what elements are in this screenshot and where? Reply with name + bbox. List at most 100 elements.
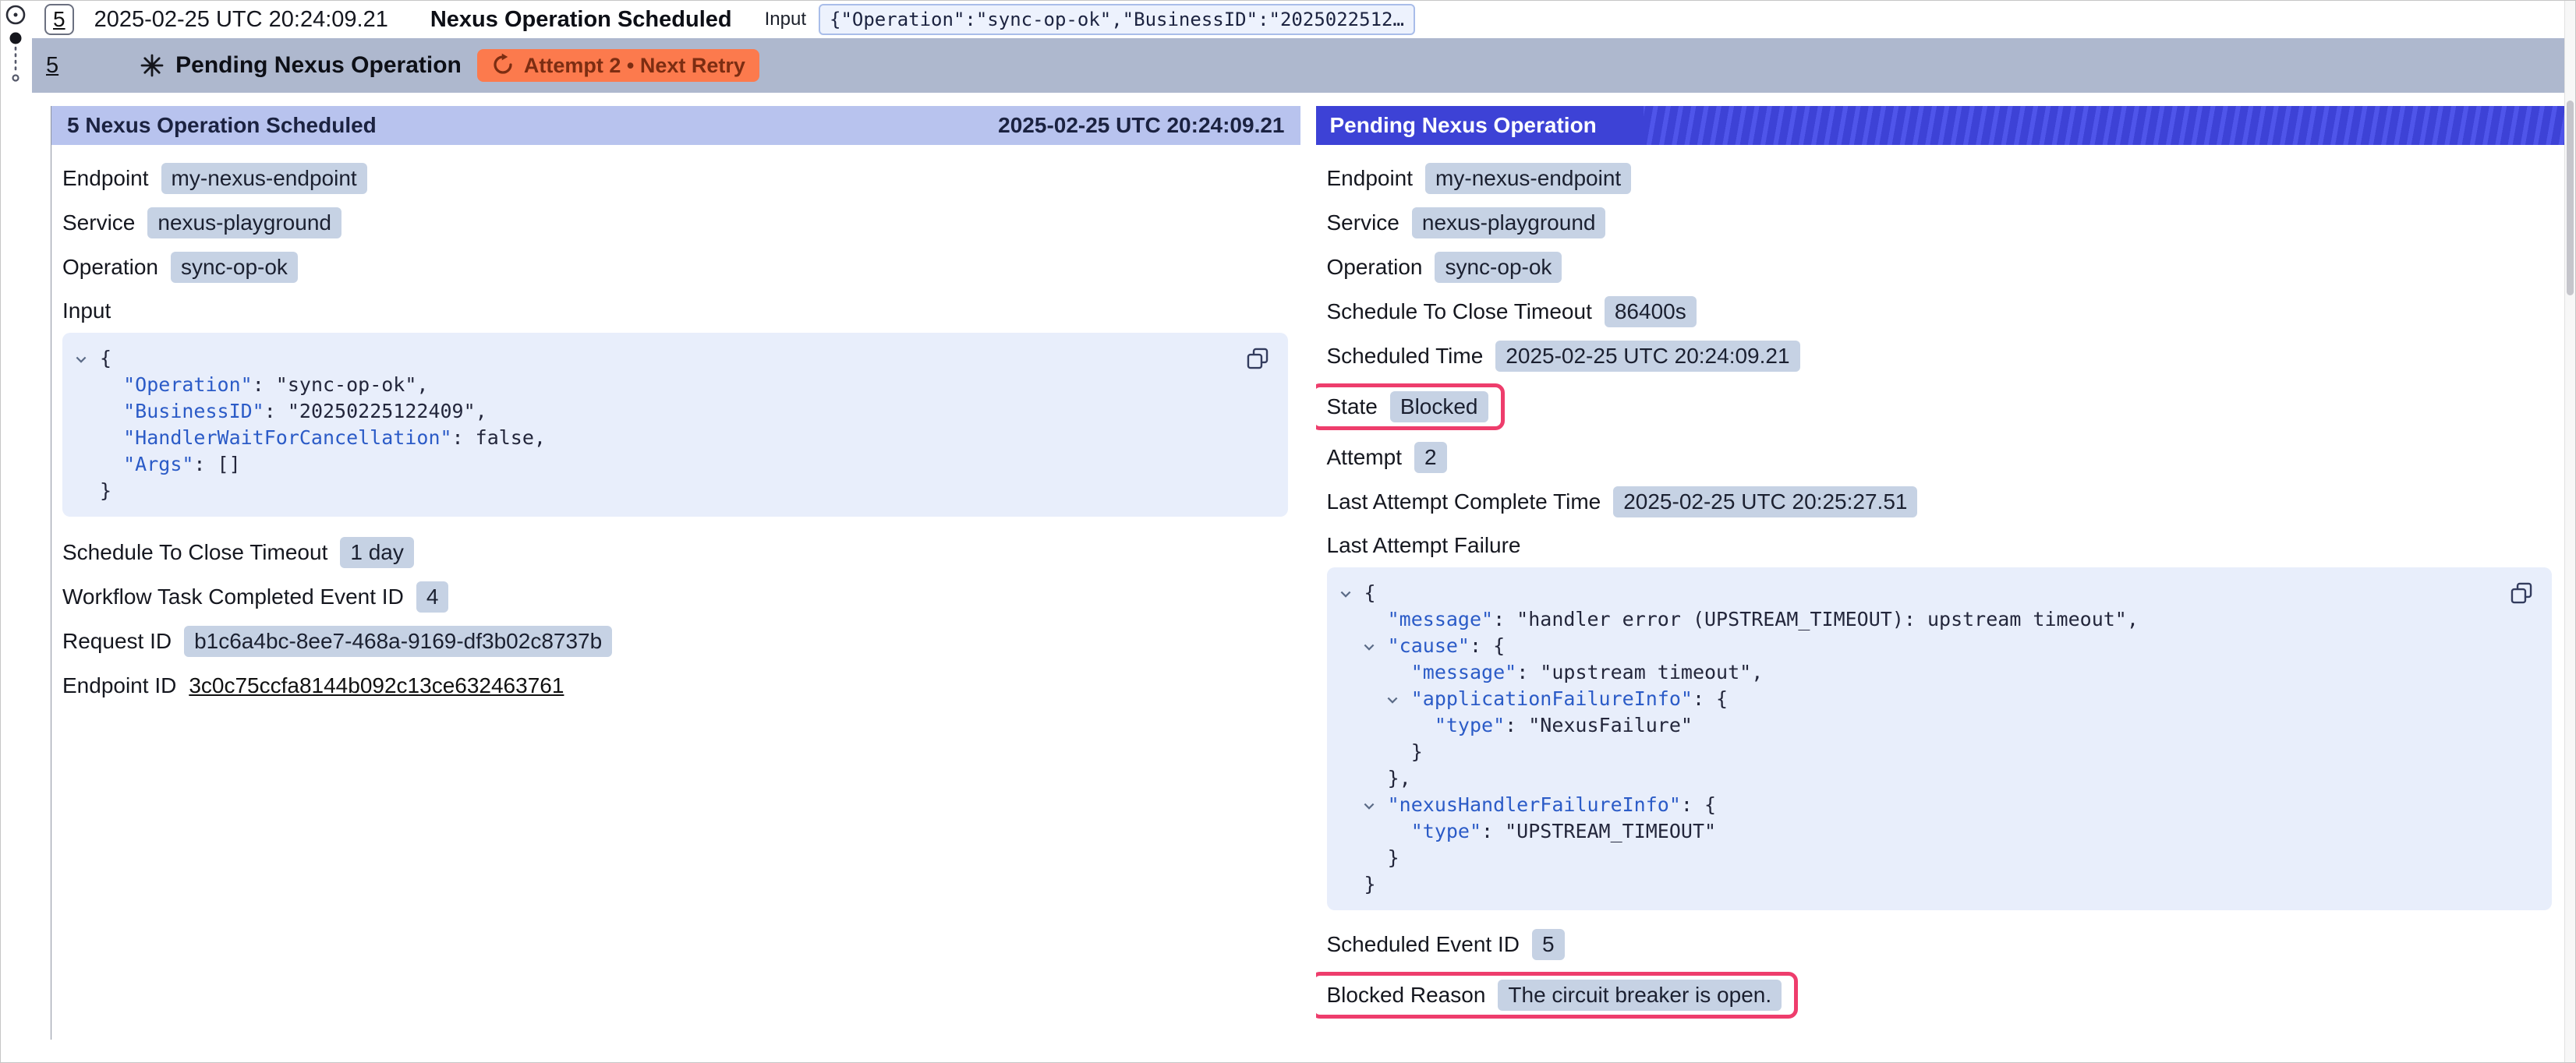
json-line: "message": "handler error (UPSTREAM_TIME… [1338, 606, 2498, 633]
copy-icon [2508, 597, 2535, 609]
json-text: } [1338, 740, 1423, 763]
blocked-reason-row: Blocked Reason The circuit breaker is op… [1327, 972, 2553, 1019]
field-row-wft-completed-event-id: Workflow Task Completed Event ID 4 [62, 580, 1288, 614]
detail-panels: 5 Nexus Operation Scheduled 2025-02-25 U… [51, 106, 2564, 1040]
field-label: Schedule To Close Timeout [1327, 299, 1592, 324]
field-row-request-id: Request ID b1c6a4bc-8ee7-468a-9169-df3b0… [62, 624, 1288, 659]
event-detail-panel: 5 Nexus Operation Scheduled 2025-02-25 U… [51, 106, 1300, 1040]
field-value-badge: sync-op-ok [171, 252, 298, 283]
asterisk-icon [140, 53, 165, 78]
field-value-badge: 5 [1532, 929, 1565, 960]
pending-operation-panel: Pending Nexus Operation Endpoint my-nexu… [1316, 106, 2565, 1040]
field-label: Last Attempt Complete Time [1327, 489, 1601, 514]
input-section-label: Input [62, 298, 1288, 323]
left-panel-title: 5 Nexus Operation Scheduled [67, 113, 377, 138]
field-row-operation: Operation sync-op-ok [62, 250, 1288, 284]
field-value-badge: 4 [416, 581, 449, 613]
field-label: Scheduled Time [1327, 344, 1484, 369]
field-value-badge: sync-op-ok [1435, 252, 1562, 283]
state-highlight-ring: State Blocked [1316, 383, 1505, 430]
pending-nexus-operation-row[interactable]: 5 Pending Nexus Operation Attempt 2 • Ne… [32, 38, 2564, 93]
json-text: { [1338, 581, 1376, 604]
json-text: "BusinessID": "20250225122409", [73, 400, 487, 422]
field-label: Workflow Task Completed Event ID [62, 584, 404, 609]
event-timestamp: 2025-02-25 UTC 20:24:09.21 [94, 7, 388, 33]
field-row-operation: Operation sync-op-ok [1327, 250, 2553, 284]
right-panel-header: Pending Nexus Operation [1316, 106, 2565, 145]
failure-json-viewer: { "message": "handler error (UPSTREAM_TI… [1327, 567, 2553, 910]
event-input-preview: {"Operation":"sync-op-ok","BusinessID":"… [819, 4, 1415, 35]
copy-button[interactable] [2507, 578, 2536, 610]
field-value-badge: 2025-02-25 UTC 20:25:27.51 [1613, 486, 1917, 517]
field-label: Service [1327, 210, 1399, 235]
event-id-link[interactable]: 5 [44, 4, 74, 35]
json-line: } [1338, 739, 2498, 765]
field-value-badge: nexus-playground [1412, 207, 1606, 238]
field-label: Endpoint ID [62, 673, 176, 698]
field-value-badge: b1c6a4bc-8ee7-468a-9169-df3b02c8737b [184, 626, 612, 657]
field-row-scheduled-time: Scheduled Time 2025-02-25 UTC 20:24:09.2… [1327, 339, 2553, 373]
field-value-badge: 1 day [340, 537, 414, 568]
timeline-gutter [2, 2, 32, 96]
field-row-endpoint-id: Endpoint ID 3c0c75ccfa8144b092c13ce63246… [62, 669, 1288, 703]
field-label: Attempt [1327, 445, 1402, 470]
left-panel-header: 5 Nexus Operation Scheduled 2025-02-25 U… [51, 106, 1300, 145]
copy-button[interactable] [1243, 344, 1272, 376]
endpoint-id-link[interactable]: 3c0c75ccfa8144b092c13ce632463761 [189, 673, 564, 698]
json-line: "Operation": "sync-op-ok", [73, 372, 1233, 398]
right-panel-title: Pending Nexus Operation [1316, 106, 1644, 145]
field-value-badge: my-nexus-endpoint [1425, 163, 1631, 194]
field-label: State [1327, 394, 1378, 419]
json-line: "BusinessID": "20250225122409", [73, 398, 1233, 425]
state-badge: Blocked [1390, 391, 1488, 422]
pending-row-title: Pending Nexus Operation [175, 52, 462, 79]
field-value-badge: 86400s [1605, 296, 1697, 327]
retry-attempt-badge: Attempt 2 • Next Retry [477, 49, 759, 82]
json-line: "Args": [] [73, 451, 1233, 478]
field-value-badge: nexus-playground [147, 207, 341, 238]
json-line: "type": "UPSTREAM_TIMEOUT" [1338, 818, 2498, 845]
field-label: Request ID [62, 629, 172, 654]
field-row-last-attempt-complete-time: Last Attempt Complete Time 2025-02-25 UT… [1327, 485, 2553, 519]
chevron-down-icon[interactable] [73, 345, 100, 372]
json-line: { [73, 345, 1233, 372]
chevron-down-icon[interactable] [1385, 686, 1411, 712]
retry-badge-text: Attempt 2 • Next Retry [524, 54, 745, 78]
json-text: "Args": [] [73, 453, 241, 475]
field-row-service: Service nexus-playground [62, 206, 1288, 240]
last-attempt-failure-label: Last Attempt Failure [1327, 533, 2553, 558]
field-label: Endpoint [62, 166, 149, 191]
field-row-endpoint: Endpoint my-nexus-endpoint [62, 161, 1288, 196]
field-label: Scheduled Event ID [1327, 932, 1520, 957]
json-line: { [1338, 580, 2498, 606]
json-text: "Operation": "sync-op-ok", [73, 373, 428, 396]
pending-row-id-link[interactable]: 5 [46, 53, 58, 79]
left-panel-body: Endpoint my-nexus-endpoint Service nexus… [51, 145, 1300, 703]
field-row-service: Service nexus-playground [1327, 206, 2553, 240]
json-text: "applicationFailureInfo": { [1338, 687, 1729, 710]
event-row-nexus-operation-scheduled[interactable]: 5 2025-02-25 UTC 20:24:09.21 Nexus Opera… [32, 1, 2564, 38]
chevron-down-icon[interactable] [1361, 633, 1388, 659]
chevron-down-icon[interactable] [1361, 792, 1388, 818]
field-label: Endpoint [1327, 166, 1414, 191]
blocked-reason-highlight-ring: Blocked Reason The circuit breaker is op… [1316, 972, 1799, 1019]
json-text: } [1338, 873, 1376, 895]
field-label: Schedule To Close Timeout [62, 540, 327, 565]
event-input-label: Input [765, 9, 806, 30]
json-text: "nexusHandlerFailureInfo": { [1338, 793, 1717, 816]
vertical-scrollbar [2564, 1, 2575, 1062]
field-row-attempt: Attempt 2 [1327, 440, 2553, 475]
chevron-down-icon[interactable] [1338, 580, 1364, 606]
retry-circular-arrow-icon [491, 53, 515, 78]
json-text: "message": "handler error (UPSTREAM_TIME… [1338, 608, 2139, 630]
field-row-schedule-to-close-timeout: Schedule To Close Timeout 86400s [1327, 295, 2553, 329]
json-text: } [1338, 846, 1399, 869]
field-label: Service [62, 210, 135, 235]
field-row-endpoint: Endpoint my-nexus-endpoint [1327, 161, 2553, 196]
event-id-text[interactable]: 5 [53, 7, 65, 32]
scrollbar-thumb[interactable] [2567, 101, 2574, 295]
json-text: "type": "UPSTREAM_TIMEOUT" [1338, 820, 1717, 842]
json-text: "HandlerWaitForCancellation": false, [73, 426, 546, 449]
field-label: Operation [1327, 255, 1423, 280]
json-line: } [73, 478, 1233, 504]
